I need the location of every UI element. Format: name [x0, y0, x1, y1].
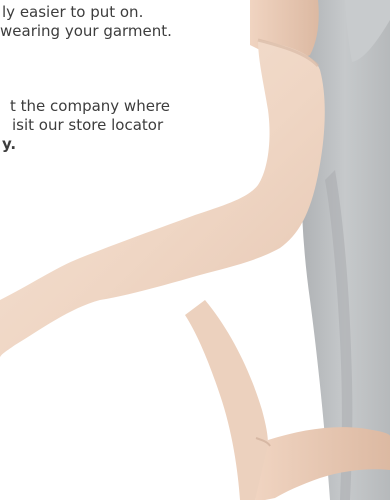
paragraph-1-line-2: wearing your garment.	[0, 22, 172, 40]
compression-sleeve-photo	[0, 0, 390, 500]
paragraph-1-line-1: ly easier to put on.	[2, 3, 144, 21]
page: ly easier to put on. wearing your garmen…	[0, 0, 390, 500]
paragraph-1: ly easier to put on. wearing your garmen…	[0, 3, 172, 41]
paragraph-2-line-1: t the company where	[10, 97, 171, 115]
forearm-sleeve	[185, 300, 268, 500]
paragraph-2-line-2: isit our store locator	[12, 116, 164, 134]
arm-sleeve	[0, 40, 325, 358]
paragraph-2: t the company where isit our store locat…	[0, 97, 170, 154]
paragraph-2-line-3: y.	[2, 135, 17, 153]
